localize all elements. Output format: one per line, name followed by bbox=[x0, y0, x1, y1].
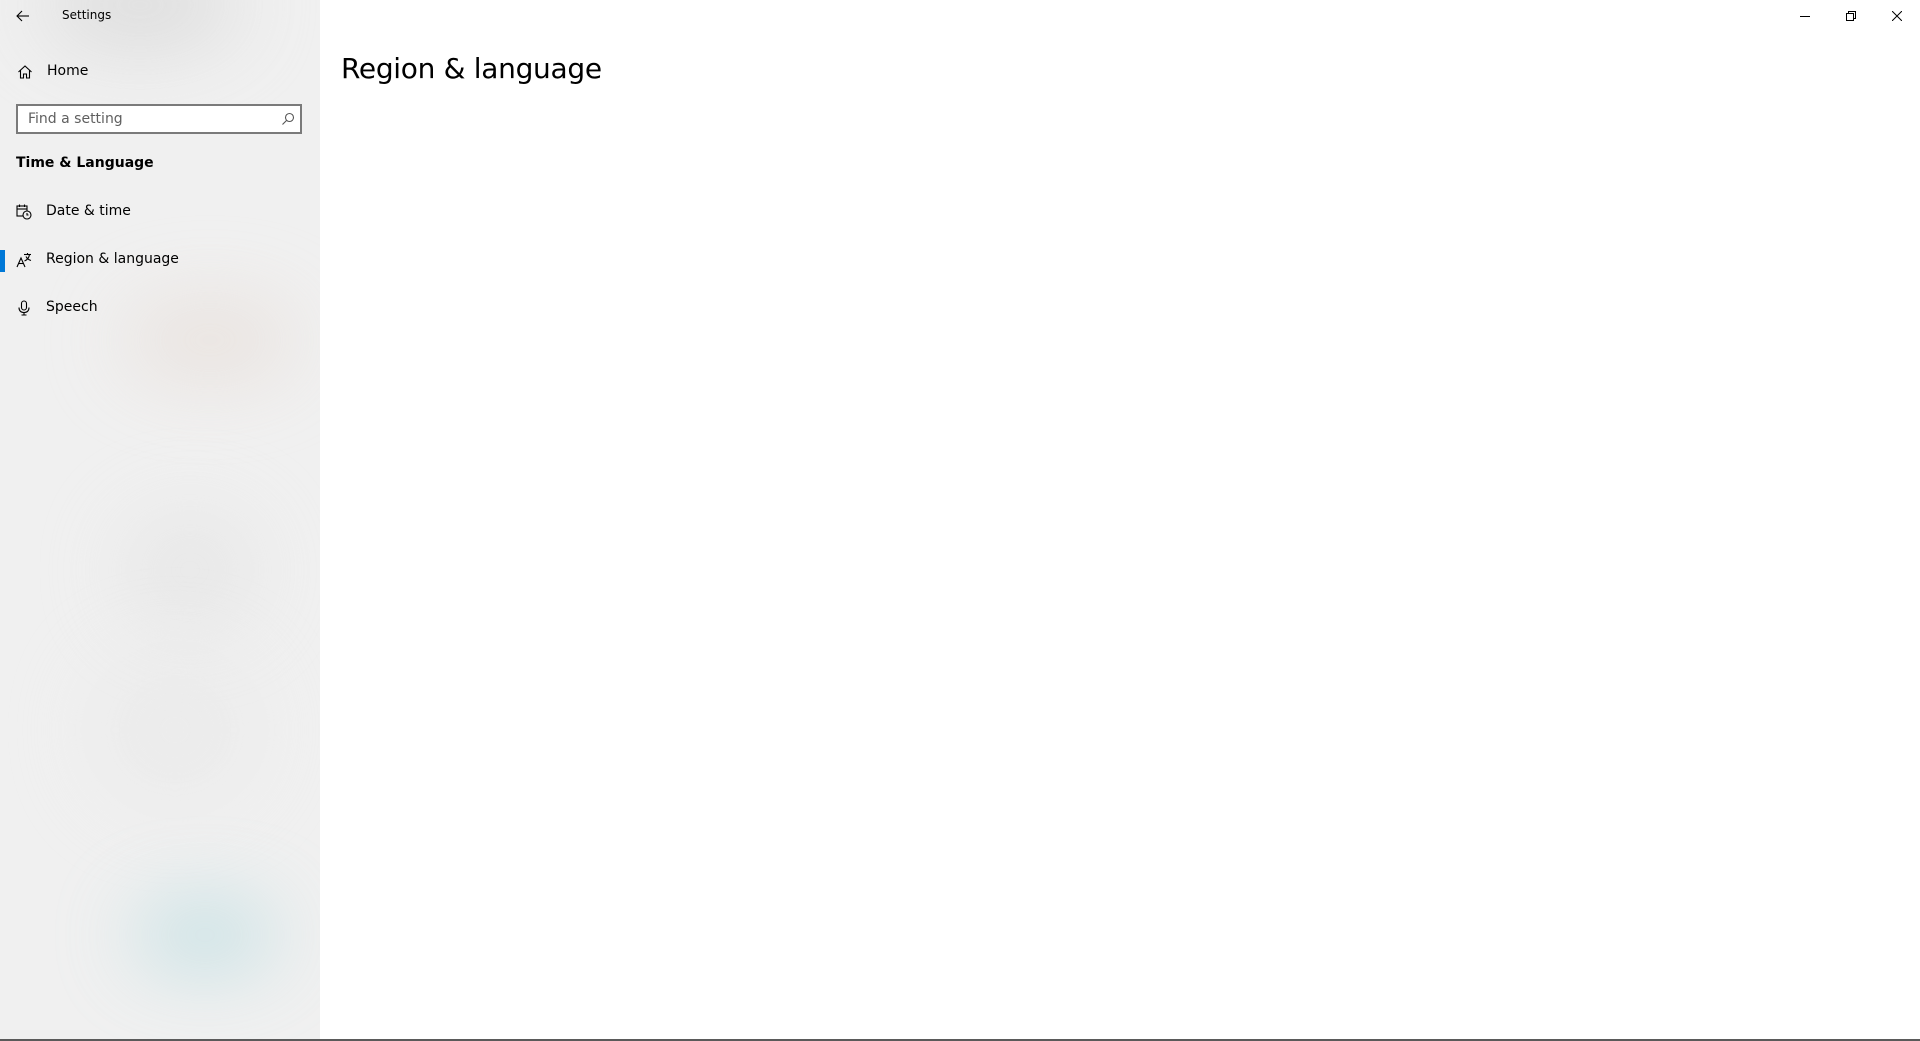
restore-icon bbox=[1846, 11, 1856, 21]
home-label: Home bbox=[47, 63, 89, 79]
back-button[interactable] bbox=[0, 0, 46, 32]
acrylic-blur bbox=[120, 510, 260, 630]
app-title: Settings bbox=[62, 8, 112, 22]
close-button[interactable] bbox=[1874, 0, 1920, 32]
sidebar-item-speech[interactable]: Speech bbox=[0, 288, 320, 328]
home-nav-item[interactable]: Home bbox=[0, 56, 320, 88]
acrylic-blur bbox=[90, 650, 260, 810]
window-controls bbox=[1782, 0, 1920, 32]
sidebar: Home Time & Language Date & time bbox=[0, 0, 320, 1041]
close-icon bbox=[1892, 11, 1902, 21]
home-icon bbox=[18, 65, 32, 79]
selection-indicator bbox=[0, 250, 5, 272]
section-title: Time & Language bbox=[16, 155, 154, 171]
restore-button[interactable] bbox=[1828, 0, 1874, 32]
title-bar: Settings bbox=[0, 0, 1920, 32]
sidebar-item-date-time[interactable]: Date & time bbox=[0, 192, 320, 232]
acrylic-blur bbox=[130, 900, 280, 970]
search-box[interactable] bbox=[16, 104, 302, 134]
sidebar-item-region-language[interactable]: Region & language bbox=[0, 240, 320, 280]
search-input[interactable] bbox=[18, 106, 278, 132]
search-icon[interactable] bbox=[281, 112, 295, 126]
sidebar-item-label: Speech bbox=[46, 299, 98, 315]
microphone-icon bbox=[18, 300, 30, 316]
back-arrow-icon bbox=[16, 10, 29, 22]
minimize-button[interactable] bbox=[1782, 0, 1828, 32]
sidebar-item-label: Date & time bbox=[46, 203, 131, 219]
page-title: Region & language bbox=[341, 52, 602, 85]
language-icon bbox=[16, 253, 32, 268]
sidebar-item-label: Region & language bbox=[46, 251, 179, 267]
minimize-icon bbox=[1800, 16, 1810, 17]
settings-window: Home Time & Language Date & time bbox=[0, 0, 1920, 1041]
calendar-clock-icon bbox=[16, 204, 32, 220]
